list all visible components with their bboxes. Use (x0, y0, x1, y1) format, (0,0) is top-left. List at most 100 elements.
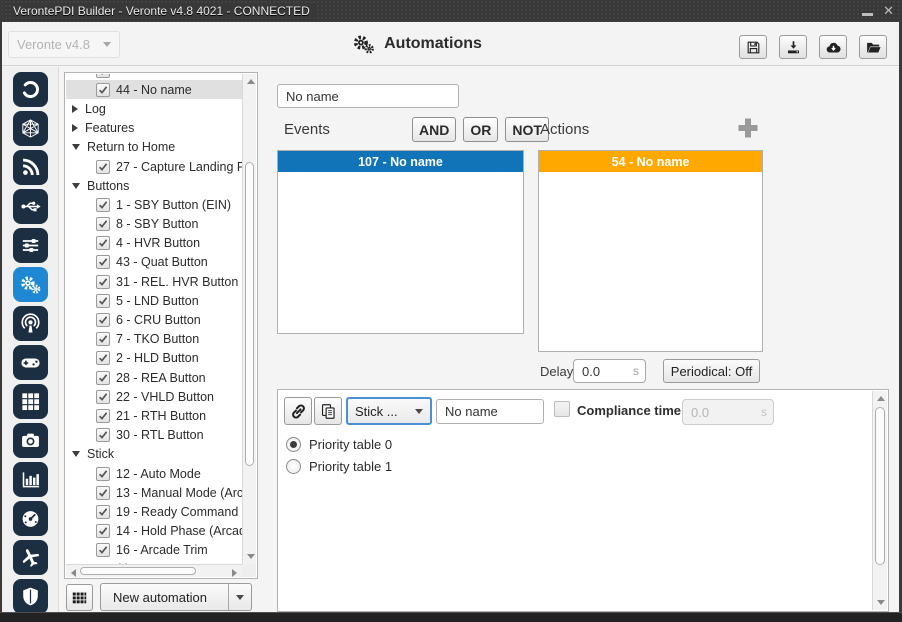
checkbox[interactable] (96, 236, 110, 251)
checkbox[interactable] (96, 428, 110, 443)
expand-icon[interactable] (72, 104, 78, 113)
tree-row[interactable]: 4 - HVR Button (66, 234, 242, 253)
automation-grid-button[interactable] (66, 584, 93, 611)
action-name-input[interactable] (436, 399, 544, 424)
sidebar-item-camera[interactable] (12, 423, 48, 458)
checkbox[interactable] (96, 408, 110, 423)
tree-row[interactable]: 44 - No name (66, 80, 242, 100)
sidebar-item-rss[interactable] (12, 150, 48, 185)
sidebar-item-gauge[interactable] (12, 501, 48, 536)
sidebar-item-gamepad[interactable] (12, 345, 48, 380)
tree-row[interactable]: 12 - Auto Mode (66, 464, 242, 483)
add-action-button[interactable] (737, 117, 759, 139)
toolbar-cloud-download-button[interactable] (819, 35, 847, 59)
collapse-icon[interactable] (72, 182, 80, 189)
tree-row[interactable]: Buttons (66, 176, 242, 195)
checkbox[interactable] (96, 351, 110, 366)
toolbar-save-button[interactable] (739, 35, 767, 59)
tree-row[interactable]: 21 - RTH Button (66, 406, 242, 425)
device-selector[interactable]: Veronte v4.8 (8, 31, 120, 58)
scroll-right-icon[interactable] (232, 569, 237, 577)
checkbox[interactable] (96, 370, 110, 385)
sidebar-item-veronte-ring[interactable] (12, 72, 48, 107)
checkbox[interactable] (96, 485, 110, 500)
tree-row[interactable]: 43 - Quat Button (66, 253, 242, 272)
priority-option[interactable]: Priority table 1 (286, 456, 392, 477)
editor-vertical-scrollbar[interactable] (872, 391, 887, 610)
checkbox[interactable] (96, 274, 110, 289)
event-item[interactable]: 107 - No name (278, 151, 523, 172)
tree-row[interactable]: 30 - RTL Button (66, 426, 242, 445)
scroll-down-icon[interactable] (877, 600, 885, 605)
tree-row[interactable]: 14 - Hold Phase (Arcad (66, 522, 242, 541)
checkbox[interactable] (96, 74, 110, 78)
sidebar-item-shield[interactable] (12, 579, 48, 614)
sidebar-item-grid[interactable] (12, 384, 48, 419)
tree-row[interactable]: 27 - Capture Landing P (66, 157, 242, 176)
sidebar-item-gears[interactable] (12, 267, 48, 302)
tree-hscroll-thumb[interactable] (80, 567, 197, 575)
collapse-icon[interactable] (72, 451, 80, 458)
tree-row[interactable]: 28 - REA Button (66, 368, 242, 387)
scroll-down-icon[interactable] (247, 554, 255, 559)
priority-option[interactable]: Priority table 0 (286, 434, 392, 455)
tree-row[interactable]: 19 - Ready Command (66, 502, 242, 521)
sidebar-item-sliders[interactable] (12, 228, 48, 263)
close-icon[interactable]: ✕ (883, 0, 894, 22)
radio-unselected-icon[interactable] (286, 459, 301, 474)
editor-vscroll-thumb[interactable] (875, 407, 885, 565)
tree-row[interactable]: 8 - SBY Button (66, 215, 242, 234)
checkbox[interactable] (96, 466, 110, 481)
tree-row[interactable]: 1 - SBY Button (EIN) (66, 195, 242, 214)
tree-row[interactable]: 13 - Manual Mode (Arc (66, 483, 242, 502)
tree-row[interactable]: 31 - REL. HVR Button (66, 272, 242, 291)
checkbox[interactable] (96, 524, 110, 539)
tree-row[interactable]: Features (66, 119, 242, 138)
link-button[interactable] (284, 397, 312, 425)
checkbox[interactable] (96, 504, 110, 519)
toolbar-import-button[interactable] (779, 35, 807, 59)
tree-row[interactable]: 2 - HLD Button (66, 349, 242, 368)
operator-and-button[interactable]: AND (412, 117, 457, 142)
tree-vscroll-thumb[interactable] (245, 162, 254, 466)
tree-row[interactable]: Stick (66, 445, 242, 464)
sidebar-item-podcast[interactable] (12, 306, 48, 341)
new-automation-button[interactable]: New automation (100, 583, 252, 611)
scroll-up-icon[interactable] (877, 396, 885, 401)
automation-name-input[interactable] (277, 84, 459, 108)
periodical-button[interactable]: Periodical: Off (663, 359, 760, 383)
checkbox[interactable] (96, 255, 110, 270)
tree-row[interactable]: Log (66, 99, 242, 118)
checkbox[interactable] (96, 159, 110, 174)
tree-horizontal-scrollbar[interactable] (66, 564, 242, 577)
scroll-up-icon[interactable] (247, 79, 255, 84)
operator-or-button[interactable]: OR (463, 117, 499, 142)
checkbox[interactable] (96, 197, 110, 212)
sidebar-item-airplane[interactable] (12, 540, 48, 575)
tree-row[interactable]: 16 - Arcade Trim (66, 541, 242, 560)
checkbox[interactable] (96, 82, 110, 97)
compliance-time-checkbox[interactable] (554, 401, 570, 417)
checkbox[interactable] (96, 217, 110, 232)
minimize-icon[interactable] (862, 12, 874, 16)
expand-icon[interactable] (72, 124, 78, 133)
checkbox[interactable] (96, 313, 110, 328)
collapse-icon[interactable] (72, 144, 80, 151)
tree-vertical-scrollbar[interactable] (242, 74, 256, 564)
checkbox[interactable] (96, 389, 110, 404)
tree-row[interactable]: 22 - VHLD Button (66, 387, 242, 406)
copy-button[interactable] (314, 397, 342, 425)
action-item[interactable]: 54 - No name (539, 151, 762, 172)
checkbox[interactable] (96, 332, 110, 347)
action-type-selector[interactable]: Stick ... (346, 397, 432, 425)
radio-selected-icon[interactable] (286, 437, 301, 452)
tree-row[interactable]: 5 - LND Button (66, 291, 242, 310)
toolbar-open-folder-button[interactable] (859, 35, 887, 59)
new-automation-dropdown[interactable] (228, 584, 251, 610)
checkbox[interactable] (96, 543, 110, 558)
sidebar-item-mesh-sphere[interactable] (12, 111, 48, 146)
tree-row[interactable]: 6 - CRU Button (66, 310, 242, 329)
scroll-left-icon[interactable] (71, 569, 76, 577)
tree-row[interactable]: 7 - TKO Button (66, 330, 242, 349)
sidebar-item-bar-chart[interactable] (12, 462, 48, 497)
